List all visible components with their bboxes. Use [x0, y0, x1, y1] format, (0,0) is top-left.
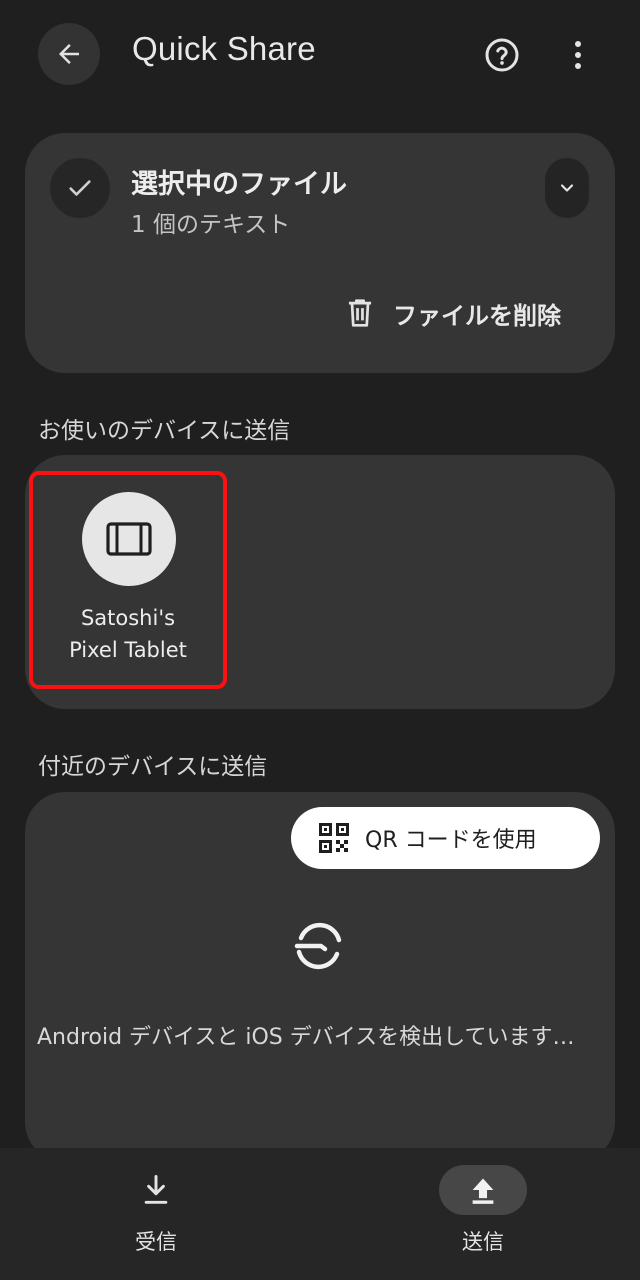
arrow-back-icon	[59, 44, 79, 64]
nav-receive-label: 受信	[135, 1230, 177, 1254]
help-icon	[485, 38, 519, 72]
device-avatar	[82, 492, 176, 586]
use-qr-code-button[interactable]: QR コードを使用	[291, 807, 600, 869]
more-vert-icon	[575, 41, 581, 69]
help-button[interactable]	[480, 33, 524, 77]
nearby-devices-card: QR コードを使用 Android デバイスと iOS デバイスを検出しています…	[25, 792, 615, 1162]
delete-files-button[interactable]: ファイルを削除	[345, 293, 561, 333]
bottom-navigation: 受信 送信	[0, 1148, 640, 1280]
page-title: Quick Share	[132, 30, 316, 67]
nearby-devices-section-label: 付近のデバイスに送信	[38, 754, 268, 780]
selected-check	[50, 158, 110, 218]
nav-send[interactable]: 送信	[403, 1148, 563, 1280]
top-app-bar: Quick Share	[0, 0, 640, 108]
qr-code-icon	[319, 823, 349, 853]
nav-send-pill	[439, 1165, 527, 1215]
use-qr-code-label: QR コードを使用	[365, 828, 537, 853]
chevron-down-icon	[560, 184, 574, 192]
searching-status-text: Android デバイスと iOS デバイスを検出しています…	[37, 1025, 575, 1050]
tablet-icon	[106, 522, 152, 556]
nav-send-label: 送信	[462, 1230, 504, 1254]
quick-share-scanning-icon	[294, 922, 342, 970]
selected-files-count: 1 個のテキスト	[131, 212, 291, 238]
back-button[interactable]	[38, 23, 100, 85]
trash-icon	[348, 299, 372, 327]
delete-files-label: ファイルを削除	[393, 301, 561, 330]
selected-files-card: 選択中のファイル 1 個のテキスト ファイルを削除	[25, 133, 615, 373]
download-icon	[144, 1174, 168, 1204]
device-name: Satoshi's Pixel Tablet	[69, 606, 187, 662]
check-icon	[69, 180, 91, 196]
device-satoshis-pixel-tablet[interactable]: Satoshi's Pixel Tablet	[29, 471, 227, 689]
upload-icon	[472, 1178, 494, 1204]
more-options-button[interactable]	[560, 33, 596, 77]
nav-receive[interactable]: 受信	[76, 1148, 236, 1280]
my-devices-section-label: お使いのデバイスに送信	[38, 418, 291, 444]
nav-receive-pill	[112, 1165, 200, 1215]
my-devices-card: Satoshi's Pixel Tablet	[25, 455, 615, 709]
selected-files-title: 選択中のファイル	[131, 169, 347, 200]
expand-files-button[interactable]	[545, 158, 589, 218]
